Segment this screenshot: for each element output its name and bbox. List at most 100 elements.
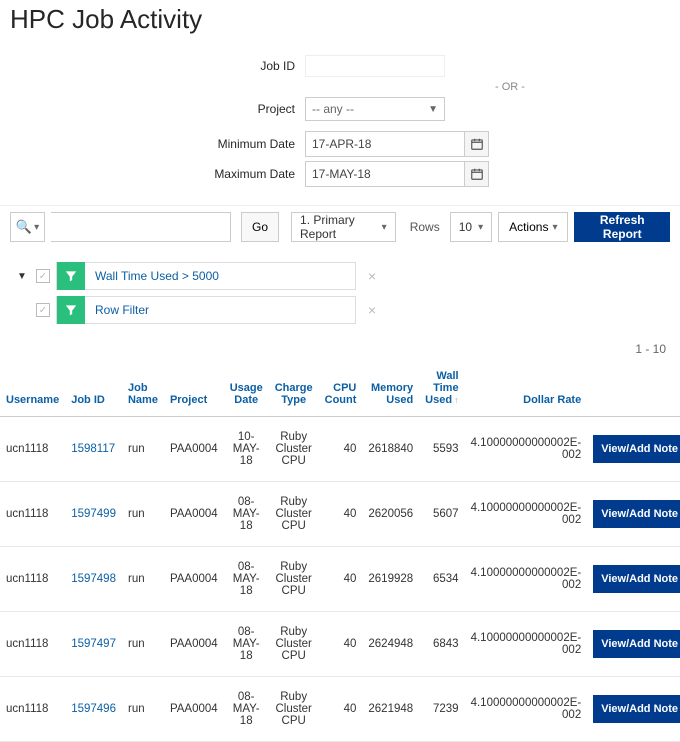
cell-cpu-count: 40 xyxy=(319,612,363,677)
chevron-down-icon: ▼ xyxy=(428,104,438,115)
cell-project: PAA0004 xyxy=(164,677,224,742)
results-table: Username Job ID Job Name Project Usage D… xyxy=(0,360,680,742)
cell-wall-time-used: 6534 xyxy=(419,547,464,612)
col-jobid[interactable]: Job ID xyxy=(65,360,122,417)
cell-username: ucn1118 xyxy=(0,677,65,742)
view-add-note-button[interactable]: View/Add Note xyxy=(593,435,680,463)
col-charge-type[interactable]: Charge Type xyxy=(269,360,319,417)
sort-asc-icon: ↑ xyxy=(452,395,459,405)
min-date-calendar-button[interactable] xyxy=(465,131,489,157)
filter-checkbox[interactable] xyxy=(36,303,50,317)
table-row: ucn11181598117runPAA000410-MAY-18Ruby Cl… xyxy=(0,417,680,482)
cell-charge-type: Ruby Cluster CPU xyxy=(269,612,319,677)
cell-dollar-rate: 4.10000000000002E-002 xyxy=(465,417,588,482)
cell-memory-used: 2619928 xyxy=(362,547,419,612)
actions-button[interactable]: Actions ▾ xyxy=(498,212,568,242)
max-date-calendar-button[interactable] xyxy=(465,161,489,187)
col-jobname[interactable]: Job Name xyxy=(122,360,164,417)
filter-icon xyxy=(57,262,85,290)
cell-memory-used: 2618840 xyxy=(362,417,419,482)
cell-jobid[interactable]: 1598117 xyxy=(65,417,122,482)
cell-memory-used: 2621948 xyxy=(362,677,419,742)
cell-jobname: run xyxy=(122,417,164,482)
filters-toggle[interactable]: ▼ xyxy=(14,271,30,282)
search-icon: 🔍 xyxy=(16,219,32,235)
cell-cpu-count: 40 xyxy=(319,417,363,482)
view-add-note-button[interactable]: View/Add Note xyxy=(593,695,680,723)
rows-label: Rows xyxy=(402,220,444,234)
calendar-icon xyxy=(470,167,484,181)
cell-jobid[interactable]: 1597496 xyxy=(65,677,122,742)
cell-charge-type: Ruby Cluster CPU xyxy=(269,677,319,742)
filter-checkbox[interactable] xyxy=(36,269,50,283)
cell-project: PAA0004 xyxy=(164,417,224,482)
col-cpu-count[interactable]: CPU Count xyxy=(319,360,363,417)
filter-chip[interactable]: Row Filter xyxy=(56,296,356,324)
refresh-button[interactable]: Refresh Report xyxy=(574,212,670,242)
cell-action: View/Add Note xyxy=(587,547,680,612)
max-date-input[interactable] xyxy=(305,161,465,187)
row-count: 1 - 10 xyxy=(0,334,680,360)
cell-username: ucn1118 xyxy=(0,612,65,677)
cell-action: View/Add Note xyxy=(587,482,680,547)
view-add-note-button[interactable]: View/Add Note xyxy=(593,565,680,593)
remove-filter-icon[interactable]: × xyxy=(368,268,376,284)
project-select[interactable]: -- any -- ▼ xyxy=(305,97,445,121)
report-select[interactable]: 1. Primary Report ▾ xyxy=(291,212,396,242)
search-input[interactable] xyxy=(51,212,231,242)
cell-cpu-count: 40 xyxy=(319,482,363,547)
cell-action: View/Add Note xyxy=(587,677,680,742)
cell-username: ucn1118 xyxy=(0,547,65,612)
cell-charge-type: Ruby Cluster CPU xyxy=(269,417,319,482)
cell-dollar-rate: 4.10000000000002E-002 xyxy=(465,482,588,547)
rows-select[interactable]: 10 ▾ xyxy=(450,212,492,242)
go-button[interactable]: Go xyxy=(241,212,279,242)
table-row: ucn11181597499runPAA000408-MAY-18Ruby Cl… xyxy=(0,482,680,547)
cell-usage-date: 08-MAY-18 xyxy=(224,677,269,742)
cell-jobid[interactable]: 1597497 xyxy=(65,612,122,677)
cell-usage-date: 08-MAY-18 xyxy=(224,482,269,547)
cell-dollar-rate: 4.10000000000002E-002 xyxy=(465,677,588,742)
col-project[interactable]: Project xyxy=(164,360,224,417)
cell-username: ucn1118 xyxy=(0,482,65,547)
cell-action: View/Add Note xyxy=(587,417,680,482)
cell-cpu-count: 40 xyxy=(319,547,363,612)
cell-dollar-rate: 4.10000000000002E-002 xyxy=(465,547,588,612)
or-text: - OR - xyxy=(0,81,680,93)
filter-chip[interactable]: Wall Time Used > 5000 xyxy=(56,262,356,290)
rows-select-value: 10 xyxy=(459,220,472,234)
report-select-value: 1. Primary Report xyxy=(300,213,376,241)
min-date-input[interactable] xyxy=(305,131,465,157)
search-column-picker[interactable]: 🔍 ▾ xyxy=(10,212,45,242)
table-row: ucn11181597498runPAA000408-MAY-18Ruby Cl… xyxy=(0,547,680,612)
filter-icon xyxy=(57,296,85,324)
jobid-label: Job ID xyxy=(0,59,305,73)
cell-jobid[interactable]: 1597498 xyxy=(65,547,122,612)
col-dollar-rate[interactable]: Dollar Rate xyxy=(465,360,588,417)
filter-form: Job ID - OR - Project -- any -- ▼ Minimu… xyxy=(0,47,680,205)
active-filters: ▼ Wall Time Used > 5000 × Row Filter × xyxy=(0,248,680,334)
cell-jobname: run xyxy=(122,612,164,677)
chevron-down-icon: ▾ xyxy=(552,222,557,233)
project-select-value: -- any -- xyxy=(312,102,354,116)
col-wall-time-used[interactable]: Wall Time Used↑ xyxy=(419,360,464,417)
page-title: HPC Job Activity xyxy=(0,0,680,47)
remove-filter-icon[interactable]: × xyxy=(368,302,376,318)
cell-jobname: run xyxy=(122,482,164,547)
chevron-down-icon: ▾ xyxy=(382,222,387,233)
col-usage-date[interactable]: Usage Date xyxy=(224,360,269,417)
cell-usage-date: 08-MAY-18 xyxy=(224,547,269,612)
chevron-down-icon: ▾ xyxy=(478,222,483,233)
cell-wall-time-used: 6843 xyxy=(419,612,464,677)
cell-cpu-count: 40 xyxy=(319,677,363,742)
view-add-note-button[interactable]: View/Add Note xyxy=(593,500,680,528)
view-add-note-button[interactable]: View/Add Note xyxy=(593,630,680,658)
col-username[interactable]: Username xyxy=(0,360,65,417)
table-row: ucn11181597496runPAA000408-MAY-18Ruby Cl… xyxy=(0,677,680,742)
cell-memory-used: 2624948 xyxy=(362,612,419,677)
cell-jobid[interactable]: 1597499 xyxy=(65,482,122,547)
cell-charge-type: Ruby Cluster CPU xyxy=(269,482,319,547)
cell-action: View/Add Note xyxy=(587,612,680,677)
col-memory-used[interactable]: Memory Used xyxy=(362,360,419,417)
jobid-input[interactable] xyxy=(305,55,445,77)
